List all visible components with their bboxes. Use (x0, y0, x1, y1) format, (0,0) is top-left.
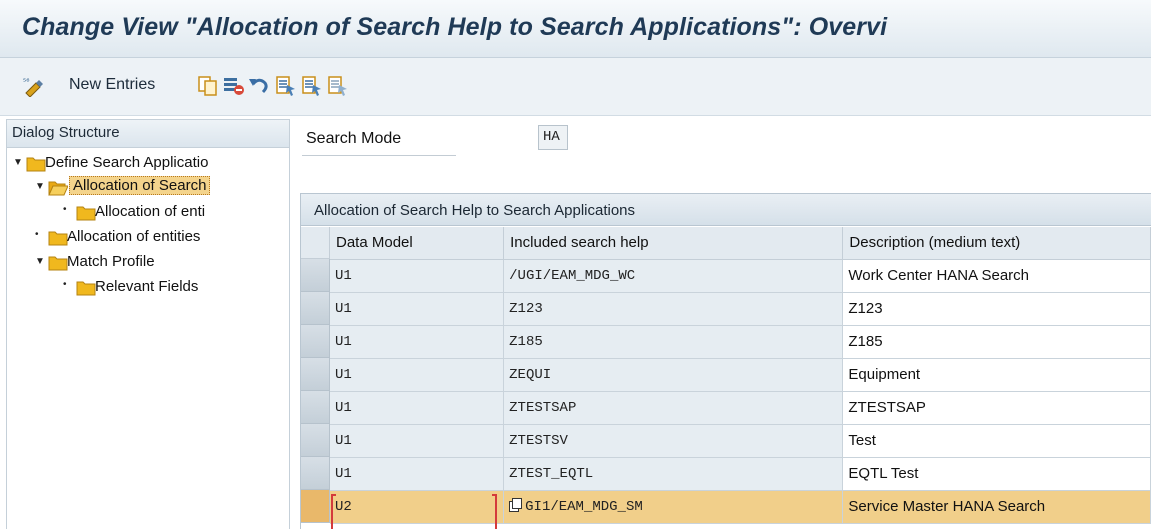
row-selector[interactable] (301, 424, 330, 457)
description-cell: Service Master HANA Search (842, 490, 1151, 524)
data-model-cell[interactable]: U1 (330, 391, 505, 425)
deselect-all-icon[interactable] (326, 75, 350, 97)
copy-icon[interactable] (196, 75, 220, 97)
description-cell: EQTL Test (842, 457, 1151, 491)
expand-triangle-icon[interactable]: ▼ (35, 256, 45, 267)
row-selector[interactable] (301, 259, 330, 292)
folder-icon (48, 256, 68, 271)
row-selector[interactable] (301, 490, 330, 523)
data-model-cell[interactable]: U1 (330, 424, 505, 458)
row-selector[interactable] (301, 358, 330, 391)
tree-node-label: Match Profile (67, 253, 155, 270)
table-row[interactable]: U1 /UGI/EAM_MDG_WC Work Center HANA Sear… (330, 259, 1151, 293)
display-change-icon[interactable]: ⁵⁶ (22, 75, 46, 97)
search-help-cell[interactable]: ZTEST_EQTL (503, 457, 844, 491)
search-mode-label: Search Mode (306, 130, 402, 147)
table-row[interactable]: U1 ZTESTSV Test (330, 424, 1151, 458)
undo-icon[interactable] (247, 75, 271, 97)
tree-node-label: Allocation of Search (69, 176, 211, 195)
table-title: Allocation of Search Help to Search Appl… (301, 194, 1151, 226)
row-selector[interactable] (301, 292, 330, 325)
description-cell: Equipment (842, 358, 1151, 392)
data-model-cell[interactable]: U1 (330, 292, 505, 326)
search-help-text: GI1/EAM_MDG_SM (525, 499, 643, 515)
table-row-selected[interactable]: U2 GI1/EAM_MDG_SM Service Master HANA Se… (330, 490, 1151, 524)
open-folder-icon (48, 181, 68, 196)
copy-cell-icon[interactable] (509, 498, 523, 512)
search-help-cell[interactable]: ZEQUI (503, 358, 844, 392)
table-row[interactable]: U1 Z123 Z123 (330, 292, 1151, 326)
description-cell: Work Center HANA Search (842, 259, 1151, 293)
table-row[interactable]: U1 ZTEST_EQTL EQTL Test (330, 457, 1151, 491)
select-all-icon[interactable] (274, 75, 298, 97)
title-bar: Change View "Allocation of Search Help t… (0, 0, 1151, 58)
folder-icon (76, 281, 96, 296)
tree-node-label: Relevant Fields (95, 278, 199, 295)
table-row[interactable]: U1 ZTESTSAP ZTESTSAP (330, 391, 1151, 425)
data-model-cell[interactable]: U1 (330, 358, 505, 392)
search-help-cell[interactable]: /UGI/EAM_MDG_WC (503, 259, 844, 293)
column-header-included-search-help[interactable]: Included search help (503, 227, 844, 260)
data-model-cell[interactable]: U2 (330, 490, 505, 524)
tree-node-label: Define Search Applicatio (45, 154, 209, 171)
folder-icon (26, 157, 46, 172)
search-help-cell[interactable]: ZTESTSAP (503, 391, 844, 425)
cell-focus-bracket-right (492, 494, 497, 529)
expand-triangle-icon[interactable]: ▼ (13, 157, 23, 168)
select-all-header[interactable] (301, 227, 330, 259)
description-cell: Test (842, 424, 1151, 458)
dialog-structure-panel: Dialog Structure ▼ Define Search Applica… (6, 119, 290, 529)
allocation-table: Data Model Included search help Descript… (330, 227, 1151, 524)
cell-focus-bracket-left (331, 494, 336, 529)
table-row[interactable]: U1 Z185 Z185 (330, 325, 1151, 359)
folder-icon (48, 231, 68, 246)
leaf-bullet-icon: • (63, 279, 67, 290)
description-cell: Z185 (842, 325, 1151, 359)
search-help-cell[interactable]: GI1/EAM_MDG_SM (503, 490, 844, 524)
select-block-icon[interactable] (300, 75, 324, 97)
folder-icon (76, 206, 96, 221)
table-header-row: Data Model Included search help Descript… (330, 227, 1151, 260)
svg-text:⁵⁶: ⁵⁶ (23, 77, 29, 86)
row-selector[interactable] (301, 325, 330, 358)
data-model-cell[interactable]: U1 (330, 259, 505, 293)
search-help-cell[interactable]: Z123 (503, 292, 844, 326)
column-header-description[interactable]: Description (medium text) (842, 227, 1151, 260)
window-title: Change View "Allocation of Search Help t… (22, 13, 888, 41)
allocation-table-control: Allocation of Search Help to Search Appl… (300, 193, 1151, 529)
leaf-bullet-icon: • (35, 229, 39, 240)
application-toolbar: ⁵⁶ New Entries (0, 58, 1151, 116)
expand-triangle-icon[interactable]: ▼ (35, 181, 45, 192)
row-selector[interactable] (301, 457, 330, 490)
new-entries-button[interactable]: New Entries (69, 76, 155, 94)
search-help-cell[interactable]: Z185 (503, 325, 844, 359)
tree-node-label: Allocation of entities (67, 228, 201, 245)
column-header-data-model[interactable]: Data Model (330, 227, 505, 260)
row-selector[interactable] (301, 391, 330, 424)
search-mode-field[interactable]: HA (538, 125, 568, 150)
description-cell: ZTESTSAP (842, 391, 1151, 425)
search-mode-underline (302, 155, 456, 156)
description-cell: Z123 (842, 292, 1151, 326)
data-model-cell[interactable]: U1 (330, 457, 505, 491)
search-help-cell[interactable]: ZTESTSV (503, 424, 844, 458)
dialog-structure-header: Dialog Structure (7, 120, 289, 148)
data-model-cell[interactable]: U1 (330, 325, 505, 359)
delete-icon[interactable] (222, 75, 246, 97)
tree-node-label: Allocation of enti (95, 203, 206, 220)
row-selector-column (301, 227, 330, 523)
leaf-bullet-icon: • (63, 204, 67, 215)
table-row[interactable]: U1 ZEQUI Equipment (330, 358, 1151, 392)
